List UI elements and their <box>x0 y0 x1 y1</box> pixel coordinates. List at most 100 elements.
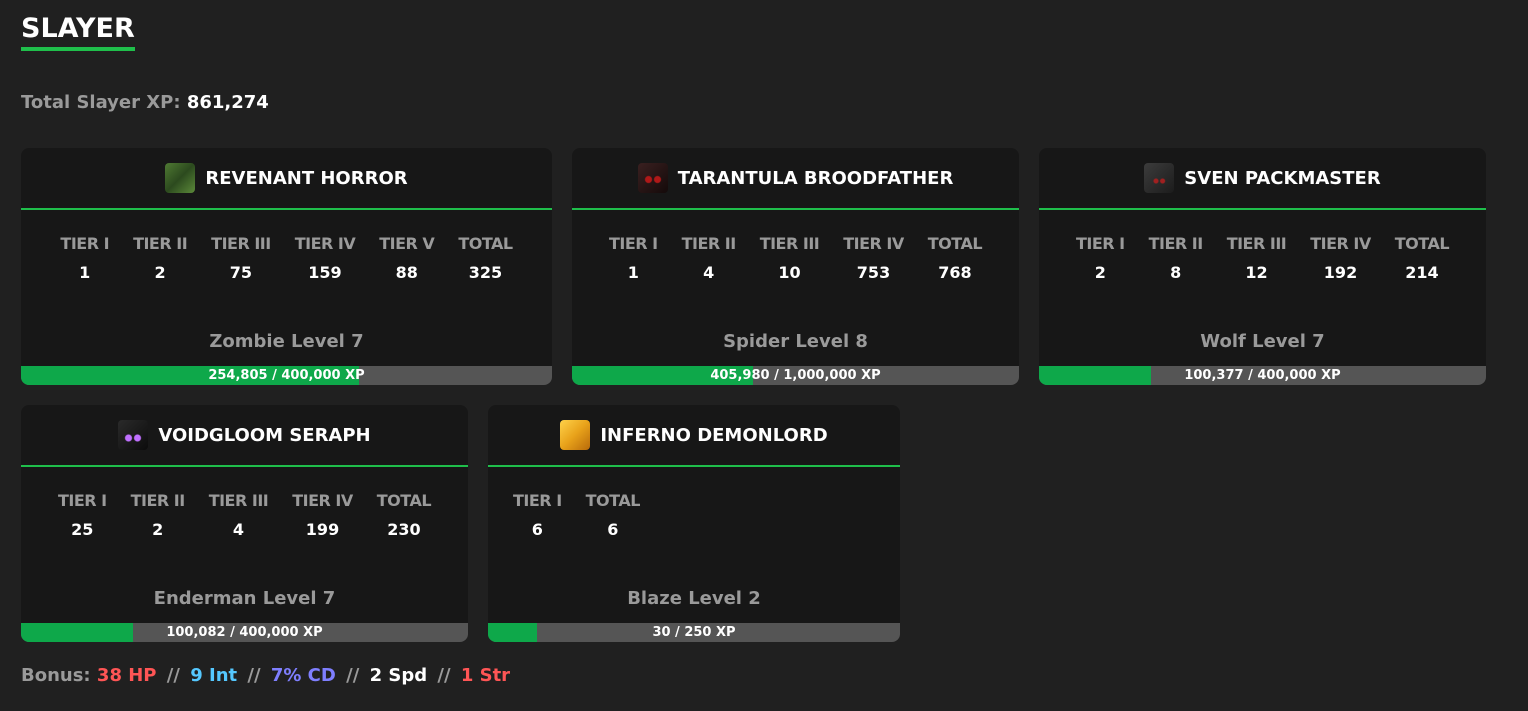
card-header: REVENANT HORROR <box>21 148 552 210</box>
slayer-card-tarantula-broodfather: TARANTULA BROODFATHER TIER I 1 TIER II 4 T… <box>572 148 1019 385</box>
tier-list: TIER I 1 TIER II 2 TIER III 75 TIER IV 159 T… <box>21 234 552 282</box>
tier-label: TIER IV <box>292 491 353 510</box>
enderman-head-icon <box>118 420 149 450</box>
tier-value: 192 <box>1323 263 1358 282</box>
slayer-card-inferno-demonlord: INFERNO DEMONLORD TIER I 6 TOTAL 6 Blaze L… <box>488 405 900 642</box>
tier-column: TIER III 10 <box>748 234 832 282</box>
tier-value: 4 <box>232 520 245 539</box>
tier-value: 199 <box>305 520 340 539</box>
tier-value: 753 <box>856 263 891 282</box>
tier-label: TOTAL <box>927 234 983 253</box>
bonus-int: 9 Int <box>190 665 238 686</box>
tier-label: TIER V <box>379 234 435 253</box>
tier-value: 88 <box>395 263 418 282</box>
tier-column: TIER III 12 <box>1215 234 1299 282</box>
tier-column: TIER IV 192 <box>1298 234 1383 282</box>
tier-label: TOTAL <box>458 234 513 253</box>
tier-label: TIER III <box>211 234 271 253</box>
tier-label: TIER II <box>681 234 737 253</box>
tier-column: TIER I 25 <box>46 491 119 539</box>
slayer-level: Spider Level 8 <box>723 331 868 352</box>
card-title: SVEN PACKMASTER <box>1184 167 1381 189</box>
tier-value: 2 <box>152 520 164 539</box>
tier-list: TIER I 25 TIER II 2 TIER III 4 TIER IV 199 T… <box>21 491 468 539</box>
bonus-hp: 38 HP <box>96 665 157 686</box>
tier-label: TIER IV <box>843 234 904 253</box>
tier-column: TIER I 1 <box>597 234 670 282</box>
tier-label: TOTAL <box>585 491 641 510</box>
tier-column: TIER II 4 <box>670 234 748 282</box>
tier-list: TIER I 2 TIER II 8 TIER III 12 TIER IV 192 T… <box>1039 234 1486 282</box>
tier-value: 768 <box>938 263 972 282</box>
tier-list: TIER I 6 TOTAL 6 <box>488 491 900 539</box>
tier-column: TIER III 75 <box>199 234 283 282</box>
slayer-card-voidgloom-seraph: VOIDGLOOM SERAPH TIER I 25 TIER II 2 TIER … <box>21 405 468 642</box>
xp-progress-bar: 100,082 / 400,000 XP <box>21 623 468 642</box>
tier-label: TIER III <box>759 234 820 253</box>
tier-value: 10 <box>778 263 801 282</box>
bonus-cd: 7% CD <box>270 665 336 686</box>
tier-value: 2 <box>1094 263 1106 282</box>
bonus-separator: // <box>346 665 360 686</box>
card-header: SVEN PACKMASTER <box>1039 148 1486 210</box>
blaze-head-icon <box>560 420 591 450</box>
page-title: SLAYER <box>21 12 135 51</box>
bonus-separator: // <box>247 665 261 686</box>
tier-label: TIER IV <box>1310 234 1371 253</box>
xp-progress-bar: 405,980 / 1,000,000 XP <box>572 366 1019 385</box>
card-title: REVENANT HORROR <box>205 167 408 189</box>
tier-value: 2 <box>154 263 166 282</box>
slayer-card-revenant-horror: REVENANT HORROR TIER I 1 TIER II 2 TIER II… <box>21 148 552 385</box>
tier-column: TIER II 2 <box>121 234 199 282</box>
tier-label: TIER III <box>1226 234 1287 253</box>
slayer-level: Wolf Level 7 <box>1200 331 1325 352</box>
tier-column: TOTAL 230 <box>365 491 443 539</box>
xp-progress-text: 405,980 / 1,000,000 XP <box>710 368 881 383</box>
xp-progress-bar: 254,805 / 400,000 XP <box>21 366 552 385</box>
bonus-str: 1 Str <box>460 665 511 686</box>
total-slayer-xp: Total Slayer XP: 861,274 <box>21 92 269 113</box>
tier-column: TIER I 6 <box>501 491 574 539</box>
xp-progress-bar: 30 / 250 XP <box>488 623 900 642</box>
slayer-level: Enderman Level 7 <box>153 588 336 609</box>
card-header: TARANTULA BROODFATHER <box>572 148 1019 210</box>
xp-progress-text: 30 / 250 XP <box>652 625 736 640</box>
tier-column: TOTAL 6 <box>574 491 652 539</box>
card-title: VOIDGLOOM SERAPH <box>158 424 371 446</box>
tier-column: TOTAL 325 <box>446 234 524 282</box>
tier-column: TIER III 4 <box>197 491 281 539</box>
bonus-label: Bonus: <box>21 665 91 686</box>
total-xp-value: 861,274 <box>186 92 269 113</box>
tier-column: TIER IV 199 <box>280 491 365 539</box>
xp-progress-text: 254,805 / 400,000 XP <box>208 368 365 383</box>
tier-value: 8 <box>1170 263 1182 282</box>
tier-label: TIER I <box>608 234 658 253</box>
tier-column: TIER V 88 <box>367 234 446 282</box>
card-title: TARANTULA BROODFATHER <box>677 167 954 189</box>
bonus-spd: 2 Spd <box>369 665 428 686</box>
tier-list: TIER I 1 TIER II 4 TIER III 10 TIER IV 753 T… <box>572 234 1019 282</box>
tier-value: 325 <box>468 263 503 282</box>
tier-label: TIER IV <box>294 234 356 253</box>
tier-column: TIER II 8 <box>1137 234 1215 282</box>
tier-column: TIER I 1 <box>48 234 121 282</box>
tier-column: TIER I 2 <box>1064 234 1137 282</box>
tier-column: TOTAL 214 <box>1383 234 1461 282</box>
zombie-head-icon <box>165 163 196 193</box>
card-header: INFERNO DEMONLORD <box>488 405 900 467</box>
card-title: INFERNO DEMONLORD <box>600 424 828 446</box>
tier-label: TIER I <box>57 491 107 510</box>
tier-label: TIER II <box>1148 234 1204 253</box>
xp-progress-text: 100,377 / 400,000 XP <box>1184 368 1341 383</box>
tier-column: TIER IV 753 <box>831 234 916 282</box>
tier-label: TIER I <box>60 234 110 253</box>
slayer-card-sven-packmaster: SVEN PACKMASTER TIER I 2 TIER II 8 TIER II… <box>1039 148 1486 385</box>
card-header: VOIDGLOOM SERAPH <box>21 405 468 467</box>
wolf-head-icon <box>1144 163 1175 193</box>
tier-label: TIER II <box>130 491 186 510</box>
tier-value: 1 <box>627 263 639 282</box>
slayer-level: Blaze Level 2 <box>627 588 761 609</box>
tier-value: 25 <box>71 520 94 539</box>
tier-label: TIER III <box>208 491 269 510</box>
tier-label: TIER I <box>1075 234 1125 253</box>
